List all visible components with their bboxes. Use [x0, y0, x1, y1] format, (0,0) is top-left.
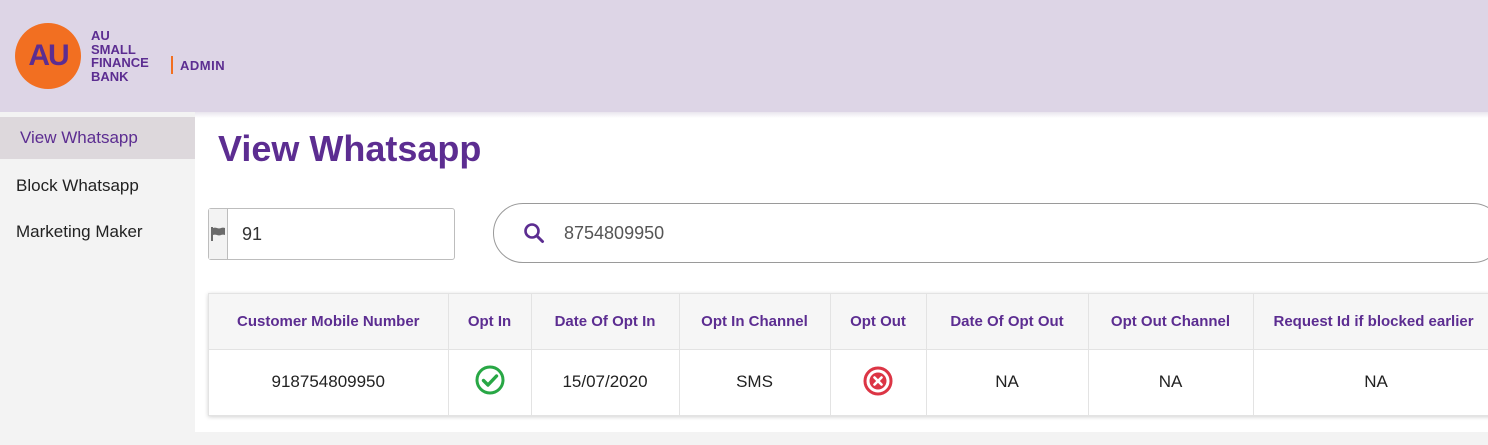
column-header: Opt Out: [830, 294, 927, 350]
column-header: Request Id if blocked earlier: [1253, 294, 1488, 350]
search-icon[interactable]: [504, 204, 564, 262]
mobile-search-bar: [493, 203, 1488, 263]
x-circle-icon: [862, 364, 894, 401]
cell-opt-out-channel: NA: [1088, 349, 1254, 415]
whatsapp-status-table: Customer Mobile Number Opt In Date Of Op…: [208, 293, 1488, 416]
cell-opt-in-channel: SMS: [679, 349, 831, 415]
au-logo: AU: [15, 23, 81, 89]
sidebar-item-label: View Whatsapp: [20, 128, 138, 147]
logo-divider: [171, 56, 173, 74]
flag-icon[interactable]: [209, 209, 228, 259]
column-header: Date Of Opt Out: [926, 294, 1089, 350]
column-header: Opt In Channel: [679, 294, 831, 350]
mobile-search-input[interactable]: [564, 222, 1488, 244]
cell-opt-out: [830, 349, 927, 415]
column-header: Opt Out Channel: [1088, 294, 1254, 350]
cell-date-opt-out: NA: [926, 349, 1089, 415]
sidebar-item-block-whatsapp[interactable]: Block Whatsapp: [0, 165, 195, 207]
admin-label: ADMIN: [180, 58, 226, 73]
sidebar: View Whatsapp Block Whatsapp Marketing M…: [0, 112, 195, 445]
country-code-field: [208, 208, 474, 260]
sidebar-item-view-whatsapp[interactable]: View Whatsapp: [0, 117, 195, 159]
table-row: 918754809950 15/07/2020 SMS NA NA NA: [209, 349, 1488, 415]
cell-date-opt-in: 15/07/2020: [531, 349, 680, 415]
check-circle-icon: [474, 364, 506, 401]
bottom-strip: [195, 432, 1488, 445]
top-header: AU AU SMALL FINANCE BANK ADMIN: [0, 0, 1488, 112]
sidebar-item-label: Marketing Maker: [16, 222, 143, 241]
logo-mark: AU: [28, 39, 69, 72]
logo-line: FINANCE: [91, 55, 149, 70]
column-header: Opt In: [448, 294, 532, 350]
logo-wordmark: AU SMALL FINANCE BANK: [91, 29, 149, 83]
page-title: View Whatsapp: [218, 128, 482, 169]
country-code-input[interactable]: [228, 209, 474, 259]
column-header: Date Of Opt In: [531, 294, 680, 350]
table-header-row: Customer Mobile Number Opt In Date Of Op…: [209, 294, 1488, 350]
logo-line: SMALL: [91, 41, 136, 57]
logo-line: AU: [91, 28, 110, 43]
column-header: Customer Mobile Number: [209, 294, 449, 350]
sidebar-item-label: Block Whatsapp: [16, 176, 139, 195]
logo-line: BANK: [91, 68, 129, 84]
cell-request-id: NA: [1253, 349, 1488, 415]
cell-opt-in: [448, 349, 532, 415]
sidebar-item-marketing-maker[interactable]: Marketing Maker: [0, 211, 195, 253]
header-shadow: [195, 112, 1488, 118]
cell-mobile: 918754809950: [209, 349, 449, 415]
